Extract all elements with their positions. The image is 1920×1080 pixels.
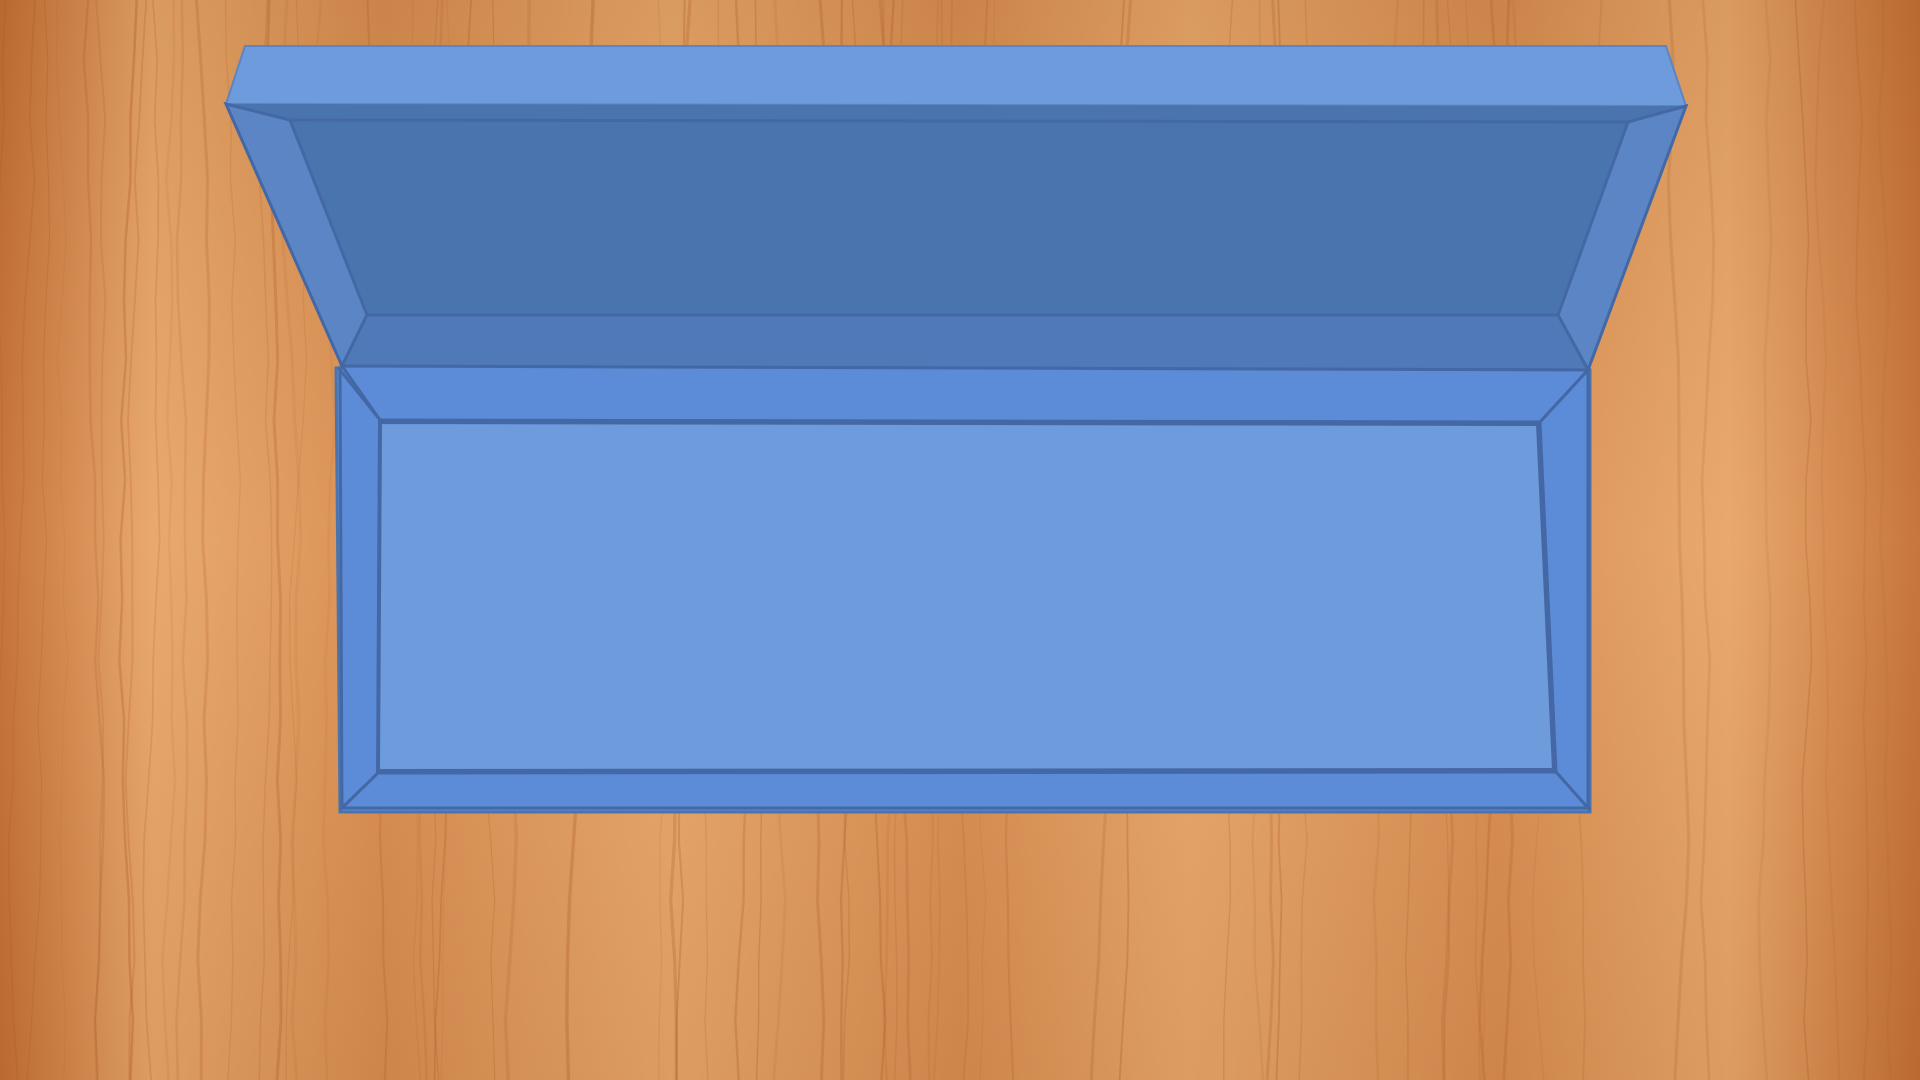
game-scene	[0, 0, 1920, 1080]
tray-front-wall	[338, 770, 1592, 810]
lid-hinge-rim	[339, 313, 1591, 372]
scene-canvas	[0, 0, 1920, 1080]
tray-back-wall	[339, 364, 1592, 424]
tray-floor	[375, 419, 1557, 774]
box-lid[interactable]	[223, 45, 1689, 374]
lid-top-rim	[224, 45, 1688, 108]
lid-inner-edge	[289, 118, 1629, 124]
box-tray[interactable]	[334, 364, 1592, 814]
tray-left-wall	[338, 365, 382, 812]
